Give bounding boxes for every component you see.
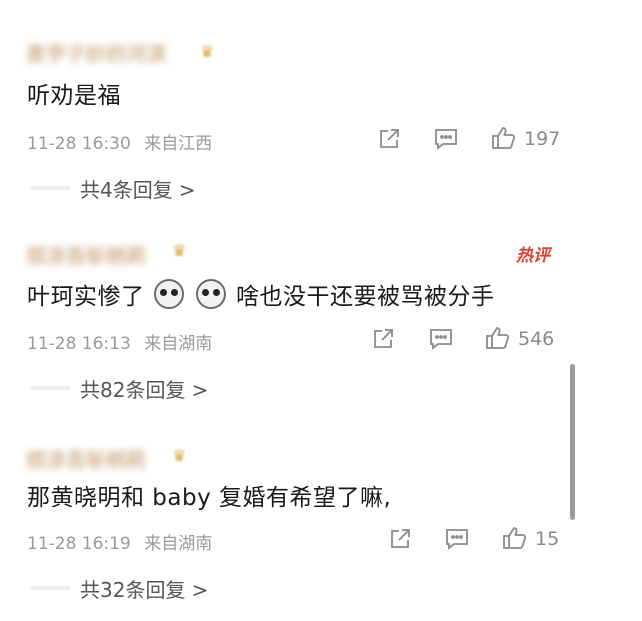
dog-face-emoji-icon — [196, 279, 227, 309]
comment-username[interactable]: 烦凉吾斩柄莉 — [26, 240, 146, 268]
comment-meta: 11-28 16:13 来自湖南 — [27, 329, 212, 354]
thumbs-up-icon[interactable] — [501, 525, 527, 551]
comment-location: 来自湖南 — [144, 534, 213, 554]
like-count: 15 — [535, 528, 560, 550]
share-icon[interactable] — [371, 327, 395, 351]
chevron-right-icon: > — [191, 378, 209, 402]
comment-meta: 11-28 16:30 来自江西 — [27, 129, 212, 154]
replies-count: 共32条回复 — [80, 578, 186, 602]
comment-location: 来自江西 — [144, 134, 213, 154]
chevron-right-icon: > — [191, 578, 209, 602]
comment-time: 11-28 16:30 — [27, 134, 131, 154]
user-badge-icon: ♛ — [172, 446, 187, 465]
comment-text-part: 听劝是福 — [27, 83, 121, 109]
comment-text: 叶珂实惨了 啥也没干还要被骂被分手 — [27, 277, 494, 311]
replies-count: 共82条回复 — [80, 378, 186, 402]
reply-avatar-placeholder — [30, 586, 70, 590]
user-badge-icon: ♛ — [200, 42, 215, 61]
share-icon[interactable] — [388, 527, 412, 551]
thumbs-up-icon[interactable] — [490, 125, 516, 151]
comment-icon[interactable] — [444, 527, 470, 551]
like-count: 197 — [524, 128, 561, 150]
comment-text-part: 那黄晓明和 baby 复婚有希望了嘛, — [27, 485, 392, 511]
user-badge-icon: ♛ — [172, 241, 187, 260]
replies-count: 共4条回复 — [80, 178, 173, 202]
hot-comment-badge: 热评 — [516, 246, 550, 266]
comment-username[interactable]: 麦芋子妙的河淇 — [26, 38, 166, 66]
comment-meta: 11-28 16:19 来自湖南 — [27, 529, 212, 554]
scrollbar[interactable] — [570, 364, 575, 520]
comment-icon[interactable] — [433, 127, 459, 151]
view-replies-link[interactable]: 共32条回复 > — [80, 574, 208, 603]
thumbs-up-icon[interactable] — [484, 325, 510, 351]
share-icon[interactable] — [377, 127, 401, 151]
comment-time: 11-28 16:13 — [27, 334, 131, 354]
reply-avatar-placeholder — [30, 186, 70, 190]
like-count: 546 — [518, 328, 555, 350]
comment-location: 来自湖南 — [144, 334, 213, 354]
dog-face-emoji-icon — [154, 279, 185, 309]
comment-time: 11-28 16:19 — [27, 534, 131, 554]
comment-text-part: 啥也没干还要被骂被分手 — [235, 284, 495, 310]
comment-text-part: 叶珂实惨了 — [27, 284, 145, 310]
view-replies-link[interactable]: 共4条回复 > — [80, 174, 196, 203]
chevron-right-icon: > — [178, 178, 196, 202]
comment-icon[interactable] — [428, 327, 454, 351]
comment-text: 那黄晓明和 baby 复婚有希望了嘛, — [27, 478, 391, 512]
comment-username[interactable]: 烦凉吾斩柄莉 — [26, 444, 146, 472]
view-replies-link[interactable]: 共82条回复 > — [80, 374, 208, 403]
comment-text: 听劝是福 — [27, 76, 121, 110]
reply-avatar-placeholder — [30, 386, 70, 390]
